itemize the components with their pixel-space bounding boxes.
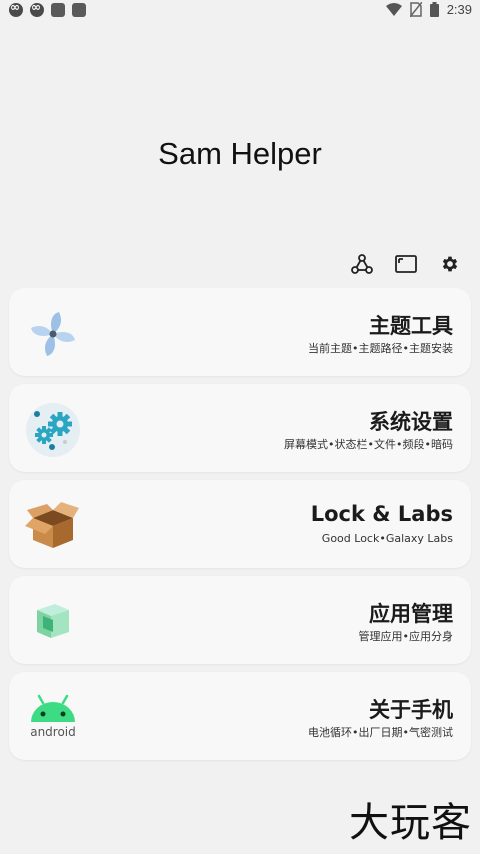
infinity-app-icon (9, 0, 23, 17)
screen-icon (395, 255, 417, 273)
card-theme-tools[interactable]: 主题工具 当前主题•主题路径•主题安装 (9, 288, 471, 376)
cube-icon (25, 594, 81, 650)
card-subtitle: 当前主题•主题路径•主题安装 (308, 342, 453, 355)
pinwheel-icon (25, 306, 81, 362)
box-icon (25, 498, 81, 554)
infinity-app-icon (30, 0, 44, 17)
card-subtitle: Good Lock•Galaxy Labs (321, 532, 453, 545)
wifi-icon (385, 2, 402, 16)
app-square-icon (72, 3, 86, 17)
card-system-settings[interactable]: 系统设置 屏幕模式•状态栏•文件•频段•暗码 (9, 384, 471, 472)
card-app-management[interactable]: 应用管理 管理应用•应用分身 (9, 576, 471, 664)
share-icon (351, 254, 373, 274)
settings-button[interactable] (438, 252, 462, 276)
gears-icon (25, 402, 81, 458)
share-button[interactable] (350, 252, 374, 276)
android-logo-text: android (30, 725, 76, 739)
app-square-icon (51, 3, 65, 17)
no-sim-icon (409, 2, 422, 17)
watermark: 大玩客 (349, 800, 472, 846)
menu-cards: 主题工具 当前主题•主题路径•主题安装 系统设置 屏幕模式•状态栏•文件•频段•… (9, 288, 471, 768)
card-about-phone[interactable]: android 关于手机 电池循环•出厂日期•气密测试 (9, 672, 471, 760)
notification-icons (9, 0, 86, 17)
system-icons: 2:39 (385, 2, 472, 17)
android-icon: android (25, 690, 81, 746)
battery-icon (429, 2, 439, 17)
card-subtitle: 屏幕模式•状态栏•文件•频段•暗码 (284, 438, 453, 451)
card-title: 系统设置 (369, 410, 453, 434)
app-title: Sam Helper (158, 136, 322, 171)
card-title: 应用管理 (369, 602, 453, 626)
screen-button[interactable] (394, 252, 418, 276)
toolbar (350, 252, 462, 276)
card-subtitle: 管理应用•应用分身 (358, 630, 454, 643)
card-subtitle: 电池循环•出厂日期•气密测试 (308, 726, 453, 739)
card-lock-labs[interactable]: Lock & Labs Good Lock•Galaxy Labs (9, 480, 471, 568)
card-title: Lock & Labs (310, 502, 453, 526)
card-title: 主题工具 (369, 314, 453, 338)
status-bar: 2:39 (0, 0, 480, 24)
clock: 2:39 (446, 2, 472, 17)
card-title: 关于手机 (369, 698, 453, 722)
gear-icon (442, 256, 458, 272)
